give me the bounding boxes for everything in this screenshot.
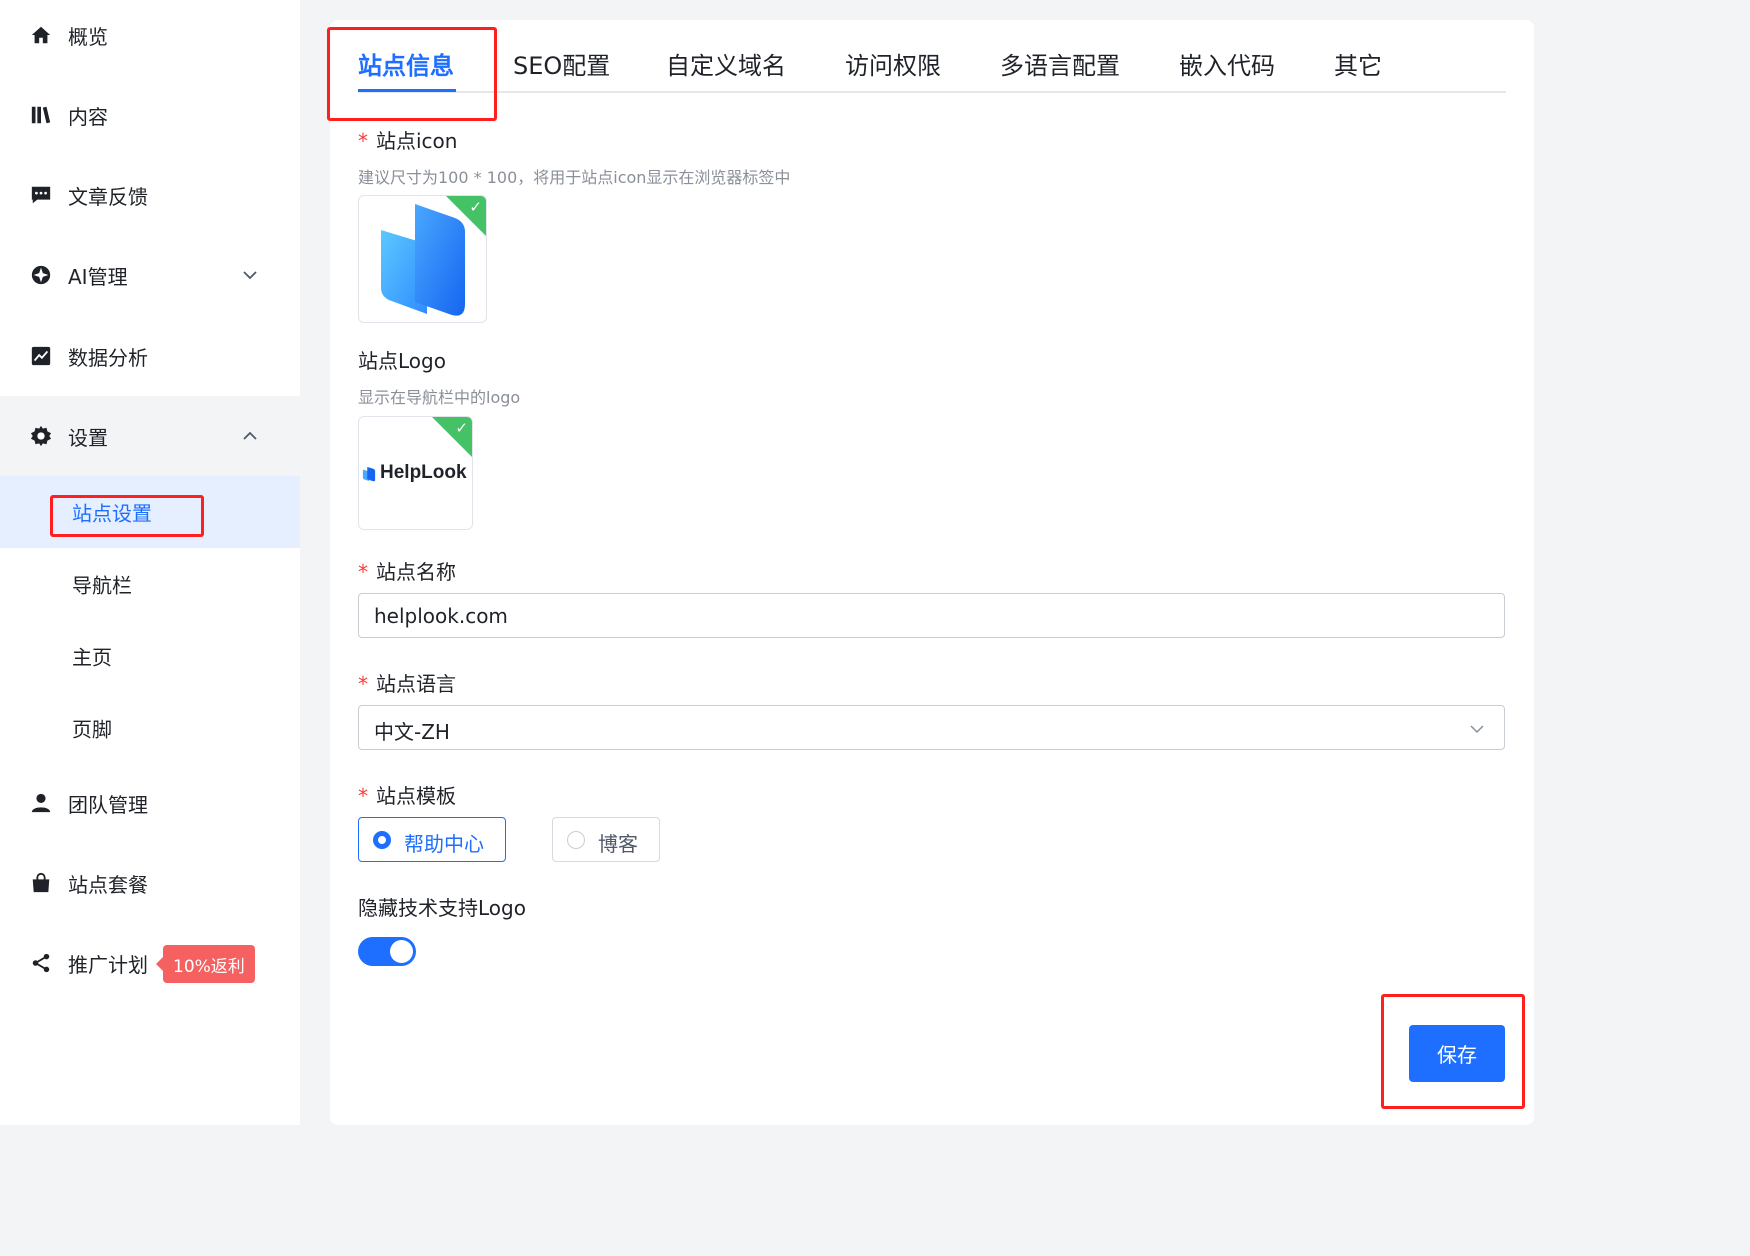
user-icon bbox=[31, 793, 51, 813]
sidebar-subitem-homepage[interactable]: 主页 bbox=[0, 620, 300, 692]
sidebar-item-ai[interactable]: AI管理 bbox=[0, 235, 300, 315]
sidebar-item-feedback[interactable]: 文章反馈 bbox=[0, 155, 300, 235]
books-icon bbox=[31, 106, 51, 124]
save-button[interactable]: 保存 bbox=[1409, 1025, 1505, 1082]
site-template-label: * 站点模板 bbox=[358, 784, 456, 808]
site-icon-uploader[interactable]: ✓ bbox=[358, 195, 487, 323]
radio-label: 帮助中心 bbox=[404, 832, 484, 856]
required-mark: * bbox=[358, 672, 368, 696]
template-option-help-center[interactable]: 帮助中心 bbox=[358, 817, 506, 862]
sidebar: 概览 内容 文章反馈 AI管理 数据分析 设置 站点设置 导航栏 主页 页脚 团… bbox=[0, 0, 300, 1125]
gear-icon bbox=[30, 425, 52, 447]
sidebar-subitem-site-settings[interactable]: 站点设置 bbox=[0, 476, 300, 548]
site-name-label: * 站点名称 bbox=[358, 560, 456, 584]
tab-other[interactable]: 其它 bbox=[1334, 46, 1382, 81]
radio-icon bbox=[567, 831, 585, 849]
sidebar-item-plan[interactable]: 站点套餐 bbox=[0, 843, 300, 923]
sidebar-item-label: 概览 bbox=[68, 24, 108, 49]
hide-logo-toggle[interactable] bbox=[358, 937, 416, 966]
tab-multilang[interactable]: 多语言配置 bbox=[1000, 46, 1120, 81]
sidebar-subitem-label: 主页 bbox=[72, 645, 112, 670]
site-logo-uploader[interactable]: HelpLook ✓ bbox=[358, 416, 473, 530]
hide-logo-label: 隐藏技术支持Logo bbox=[358, 896, 526, 920]
site-logo-hint: 显示在导航栏中的logo bbox=[358, 388, 521, 407]
logo-wordmark: HelpLook bbox=[380, 462, 467, 483]
sidebar-item-label: 设置 bbox=[68, 425, 108, 450]
sidebar-subitem-label: 页脚 bbox=[72, 717, 112, 742]
tab-embed[interactable]: 嵌入代码 bbox=[1179, 46, 1275, 81]
sidebar-item-label: 内容 bbox=[68, 104, 108, 129]
ai-icon bbox=[31, 265, 51, 285]
site-language-label: * 站点语言 bbox=[358, 672, 456, 696]
sidebar-item-affiliate[interactable]: 推广计划 bbox=[0, 923, 300, 1003]
check-icon: ✓ bbox=[469, 198, 482, 216]
site-name-input[interactable] bbox=[358, 593, 1505, 638]
sidebar-subitem-navbar[interactable]: 导航栏 bbox=[0, 548, 300, 620]
select-value: 中文-ZH bbox=[374, 720, 450, 744]
chevron-down-icon bbox=[1470, 725, 1484, 734]
radio-icon bbox=[373, 831, 391, 849]
radio-label: 博客 bbox=[598, 832, 638, 856]
sidebar-item-analytics[interactable]: 数据分析 bbox=[0, 316, 300, 396]
toggle-knob bbox=[390, 940, 413, 963]
site-language-select[interactable]: 中文-ZH bbox=[358, 705, 1505, 750]
tab-access[interactable]: 访问权限 bbox=[845, 46, 941, 81]
sidebar-item-team[interactable]: 团队管理 bbox=[0, 763, 300, 843]
sidebar-subitem-footer[interactable]: 页脚 bbox=[0, 692, 300, 764]
sidebar-item-label: 数据分析 bbox=[68, 345, 148, 370]
helplook-logo-mark bbox=[362, 467, 376, 482]
sidebar-subitem-label: 站点设置 bbox=[72, 501, 152, 526]
required-mark: * bbox=[358, 784, 368, 808]
required-mark: * bbox=[358, 560, 368, 584]
tab-site-info[interactable]: 站点信息 bbox=[358, 46, 454, 81]
tab-seo[interactable]: SEO配置 bbox=[513, 46, 610, 81]
promo-badge: 10%返利 bbox=[156, 945, 255, 983]
site-icon-hint: 建议尺寸为100 * 100，将用于站点icon显示在浏览器标签中 bbox=[358, 168, 791, 187]
sidebar-item-overview[interactable]: 概览 bbox=[0, 0, 300, 75]
active-tab-indicator bbox=[358, 89, 456, 92]
template-option-blog[interactable]: 博客 bbox=[552, 817, 660, 862]
tab-custom-domain[interactable]: 自定义域名 bbox=[666, 46, 786, 81]
tab-bar: 站点信息 SEO配置 自定义域名 访问权限 多语言配置 嵌入代码 其它 bbox=[358, 28, 1506, 93]
chevron-down-icon bbox=[243, 271, 257, 280]
required-mark: * bbox=[358, 129, 368, 153]
sidebar-item-label: 站点套餐 bbox=[68, 872, 148, 897]
sidebar-item-label: 推广计划 bbox=[68, 952, 148, 977]
sidebar-item-content[interactable]: 内容 bbox=[0, 75, 300, 155]
bag-icon bbox=[32, 872, 50, 893]
chevron-up-icon bbox=[243, 431, 257, 440]
comment-icon bbox=[31, 186, 51, 204]
share-icon bbox=[32, 953, 50, 973]
sidebar-subitem-label: 导航栏 bbox=[72, 573, 132, 598]
sidebar-item-label: 文章反馈 bbox=[68, 184, 148, 209]
check-icon: ✓ bbox=[455, 419, 468, 437]
chart-icon bbox=[31, 346, 51, 366]
home-icon bbox=[31, 26, 51, 44]
sidebar-item-label: AI管理 bbox=[68, 264, 128, 289]
site-logo-label: 站点Logo bbox=[358, 349, 446, 373]
sidebar-item-settings[interactable]: 设置 bbox=[0, 396, 300, 476]
site-icon-label: * 站点icon bbox=[358, 129, 458, 153]
sidebar-item-label: 团队管理 bbox=[68, 792, 148, 817]
